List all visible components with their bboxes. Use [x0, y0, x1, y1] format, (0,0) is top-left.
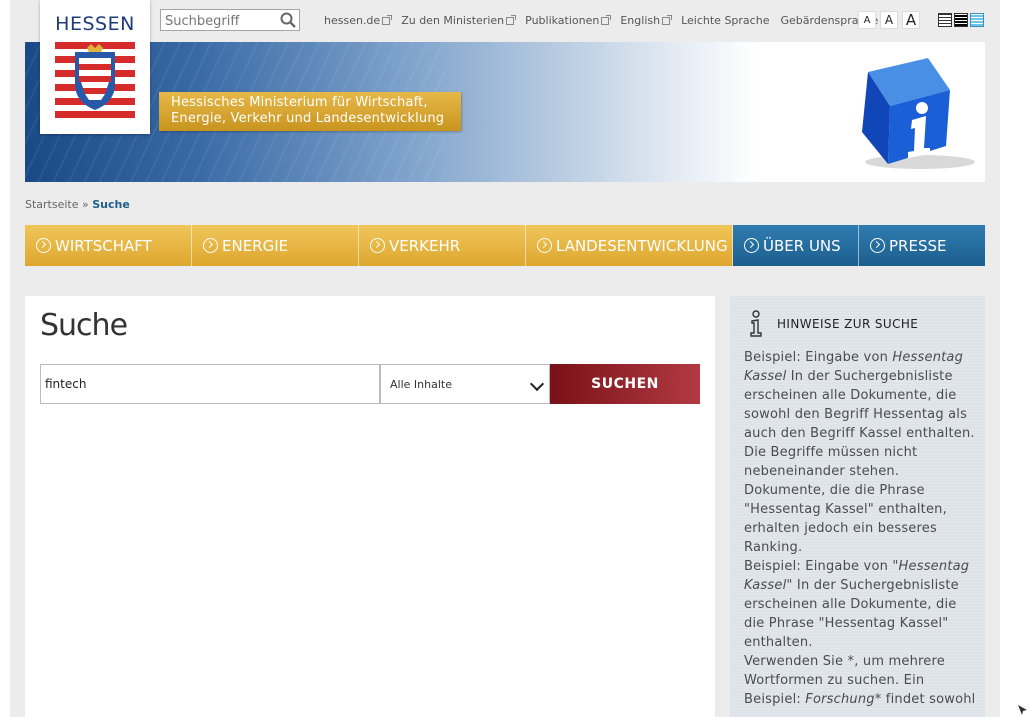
main-content: Suche Alle Inhalte SUCHEN [25, 296, 715, 717]
nav-item-landesentwicklung[interactable]: LANDESENTWICKLUNG [526, 225, 733, 266]
search-submit-button[interactable]: SUCHEN [550, 364, 700, 404]
hint-paragraph-3: Verwenden Sie *, um mehrere Wortformen z… [744, 654, 976, 707]
content-type-select[interactable]: Alle Inhalte [380, 364, 550, 404]
nav-item-ueber-uns[interactable]: ÜBER UNS [733, 225, 859, 266]
info-icon [750, 310, 762, 337]
nav-item-energie[interactable]: ENERGIE [192, 225, 359, 266]
sidebar-header: HINWEISE ZUR SUCHE [745, 310, 918, 338]
sidebar-title: HINWEISE ZUR SUCHE [777, 317, 919, 331]
top-search-input[interactable] [161, 11, 279, 32]
contrast-dark-button[interactable] [954, 13, 968, 27]
page: HESSEN hessen.de Zu den Ministerien Publ… [10, 0, 1000, 717]
external-link-icon [506, 14, 517, 25]
nav-item-wirtschaft[interactable]: WIRTSCHAFT [25, 225, 192, 266]
chevron-circle-icon [36, 238, 51, 253]
link-publikationen[interactable]: Publikationen [525, 14, 612, 27]
external-link-icon [601, 14, 612, 25]
sidebar-text: Beispiel: Eingabe von Hessentag Kassel I… [744, 348, 976, 709]
search-query-input[interactable] [41, 365, 369, 403]
search-hints-sidebar: HINWEISE ZUR SUCHE Beispiel: Eingabe von… [730, 296, 985, 717]
external-link-icon [662, 14, 673, 25]
logo-text: HESSEN [55, 13, 135, 35]
ministry-title[interactable]: Hessisches Ministerium für Wirtschaft, E… [159, 92, 461, 131]
link-leichte-sprache[interactable]: Leichte Sprache [681, 14, 769, 27]
breadcrumb-home-link[interactable]: Startseite [25, 198, 79, 211]
chevron-circle-icon [203, 238, 218, 253]
page-title: Suche [40, 308, 128, 343]
font-size-small-button[interactable]: A [858, 11, 876, 29]
chevron-circle-icon [870, 238, 885, 253]
contrast-blue-button[interactable] [970, 13, 984, 27]
font-size-medium-button[interactable]: A [880, 11, 898, 29]
top-search-box [160, 9, 300, 32]
chevron-down-icon [529, 376, 545, 392]
hint-paragraph-1: Beispiel: Eingabe von Hessentag Kassel I… [744, 350, 975, 555]
external-link-icon [382, 14, 393, 25]
chevron-circle-icon [370, 238, 385, 253]
hint-paragraph-2: Beispiel: Eingabe von "Hessentag Kassel"… [744, 559, 970, 650]
hessen-logo[interactable]: HESSEN [40, 0, 150, 134]
font-size-large-button[interactable]: A [902, 11, 920, 29]
breadcrumb-current: Suche [92, 198, 130, 211]
nav-item-presse[interactable]: PRESSE [859, 225, 985, 266]
chevron-circle-icon [744, 238, 759, 253]
service-links: hessen.de Zu den Ministerien Publikation… [324, 14, 889, 27]
breadcrumb: Startseite » Suche [25, 198, 130, 211]
link-ministerien[interactable]: Zu den Ministerien [401, 14, 517, 27]
link-hessen-de[interactable]: hessen.de [324, 14, 393, 27]
search-icon[interactable] [280, 12, 296, 28]
link-english[interactable]: English [620, 14, 673, 27]
header-banner: Hessisches Ministerium für Wirtschaft, E… [25, 42, 985, 182]
hessen-crest-icon [55, 40, 135, 118]
mouse-cursor-icon [1018, 705, 1027, 715]
breadcrumb-separator: » [82, 198, 89, 211]
chevron-circle-icon [537, 238, 552, 253]
nav-item-verkehr[interactable]: VERKEHR [359, 225, 526, 266]
info-cube-icon [862, 58, 975, 169]
search-query-box [40, 364, 380, 404]
contrast-normal-button[interactable] [938, 13, 952, 27]
main-navigation: WIRTSCHAFT ENERGIE VERKEHR LANDESENTWICK… [25, 225, 985, 266]
select-value: Alle Inhalte [390, 377, 452, 391]
